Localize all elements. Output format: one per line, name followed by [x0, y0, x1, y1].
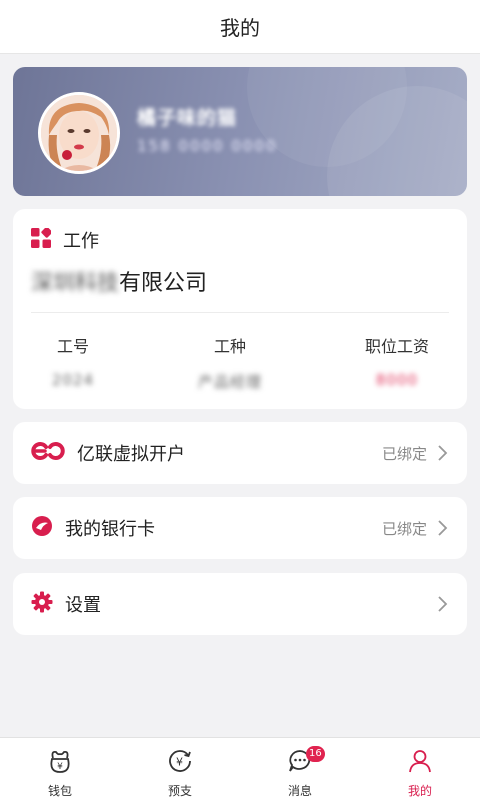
- employee-id-column: 工号 2024: [13, 333, 133, 389]
- advance-icon: ¥: [167, 748, 193, 778]
- unread-badge: 16: [306, 746, 325, 762]
- employee-id-label: 工号: [56, 337, 89, 356]
- profile-card[interactable]: 橘子味的猫 158 0000 0000: [13, 67, 467, 196]
- profile-phone: 158 0000 0000: [137, 137, 278, 155]
- menu-item-label: 设置: [65, 595, 101, 616]
- chevron-right-icon: [435, 595, 449, 613]
- employee-id-value: 2024: [51, 371, 95, 389]
- job-type-value: 产品经理: [197, 373, 262, 391]
- bind-status: 已绑定: [381, 444, 427, 463]
- gear-icon: [31, 591, 53, 617]
- avatar[interactable]: [38, 92, 120, 174]
- profile-name: 橘子味的猫: [137, 107, 238, 129]
- menu-item-bank-card[interactable]: 我的银行卡 已绑定: [13, 497, 467, 559]
- menu-item-label: 亿联虚拟开户: [77, 444, 185, 465]
- work-card: 工作 深圳科技 有限公司 工号 2024 工种 产品经理 职位工资 8000: [13, 209, 467, 409]
- bind-status: 已绑定: [381, 519, 427, 538]
- salary-label: 职位工资: [364, 337, 429, 356]
- bank-card-icon: [31, 515, 53, 541]
- chevron-right-icon: [435, 519, 449, 537]
- yilian-logo-icon: [31, 441, 65, 465]
- company-name: 深圳科技 有限公司: [31, 265, 207, 297]
- svg-text:¥: ¥: [176, 756, 183, 769]
- user-icon: [407, 748, 433, 778]
- salary-column: 职位工资 8000: [337, 333, 457, 389]
- svg-text:¥: ¥: [57, 762, 63, 772]
- chevron-right-icon: [435, 444, 449, 462]
- tab-messages[interactable]: 16 消息: [240, 738, 360, 800]
- menu-item-settings[interactable]: 设置: [13, 573, 467, 635]
- tab-label: 钱包: [47, 784, 72, 798]
- work-title: 工作: [63, 231, 99, 252]
- grid-icon: [31, 226, 53, 252]
- top-bar: 我的: [0, 0, 480, 54]
- bottom-tab-bar: ¥ 钱包 ¥ 预支 16 消息 我的: [0, 737, 480, 800]
- work-header: 工作: [31, 226, 99, 253]
- tab-label: 预支: [167, 784, 192, 798]
- job-type-column: 工种 产品经理: [170, 333, 290, 392]
- menu-item-label: 我的银行卡: [65, 519, 155, 540]
- company-name-blurred: 深圳科技: [31, 271, 120, 296]
- divider: [31, 312, 449, 313]
- company-name-suffix: 有限公司: [119, 271, 208, 296]
- tab-wallet[interactable]: ¥ 钱包: [0, 738, 120, 800]
- menu-item-yilian-account[interactable]: 亿联虚拟开户 已绑定: [13, 422, 467, 484]
- page-title: 我的: [220, 16, 260, 40]
- tab-advance[interactable]: ¥ 预支: [120, 738, 240, 800]
- job-type-label: 工种: [213, 337, 246, 356]
- tab-mine[interactable]: 我的: [360, 738, 480, 800]
- salary-value: 8000: [375, 371, 419, 389]
- tab-label: 消息: [287, 784, 312, 798]
- wallet-icon: ¥: [47, 748, 73, 778]
- tab-label: 我的: [407, 784, 432, 798]
